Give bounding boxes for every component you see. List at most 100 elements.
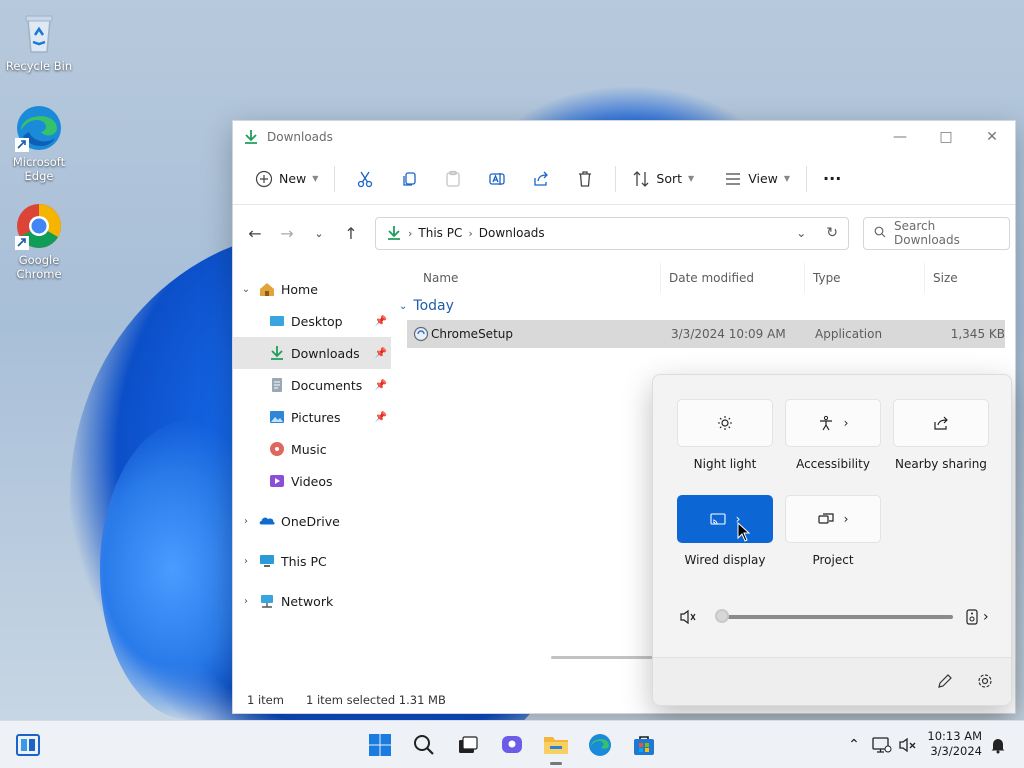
address-bar[interactable]: › This PC › Downloads ⌄ ↻ (375, 216, 849, 250)
view-icon (726, 172, 741, 185)
search-icon (874, 226, 886, 241)
chevron-right-icon[interactable]: › (233, 556, 259, 567)
chevron-right-icon[interactable]: › (233, 596, 259, 607)
sidebar-item-label: This PC (281, 553, 327, 569)
sort-button[interactable]: Sort ▼ (624, 163, 702, 195)
address-row: ← → ⌄ ↑ › This PC › Downloads ⌄ ↻ Search… (233, 205, 1015, 261)
table-row[interactable]: ChromeSetup 3/3/2024 10:09 AM Applicatio… (407, 320, 1005, 348)
widgets-icon (16, 734, 40, 756)
group-label: Today (413, 298, 454, 314)
night-light-toggle[interactable] (677, 399, 773, 447)
nearby-sharing-toggle[interactable] (893, 399, 989, 447)
notifications-button[interactable] (982, 729, 1014, 761)
store-taskbar-button[interactable] (628, 729, 660, 761)
wired-display-button[interactable]: › (677, 495, 773, 543)
widgets-button[interactable] (12, 729, 44, 761)
start-button[interactable] (364, 729, 396, 761)
notification-bell-icon (991, 739, 1005, 754)
task-view-icon (459, 736, 478, 753)
back-button[interactable]: ← (239, 217, 271, 249)
download-icon (243, 129, 259, 145)
accessibility-button[interactable]: › (785, 399, 881, 447)
chevron-right-icon[interactable]: › (233, 516, 259, 527)
desktop-icon-edge[interactable]: Microsoft Edge (3, 104, 75, 183)
sidebar-item-home[interactable]: ⌄ Home (233, 273, 391, 305)
rename-button[interactable] (481, 163, 513, 195)
column-header-size[interactable]: Size (925, 263, 1003, 293)
more-options-button[interactable]: ··· (815, 163, 849, 195)
forward-button[interactable]: → (271, 217, 303, 249)
column-header-name[interactable]: Name (391, 263, 661, 293)
volume-muted-icon[interactable] (679, 609, 697, 628)
column-header-type[interactable]: Type (805, 263, 925, 293)
search-icon (414, 735, 434, 755)
recent-locations-button[interactable]: ⌄ (303, 217, 335, 249)
title-bar[interactable]: Downloads — □ ✕ (233, 121, 1015, 153)
sidebar-item-desktop[interactable]: Desktop 📌 (233, 305, 391, 337)
chevron-down-icon[interactable]: ⌄ (233, 284, 259, 295)
desktop-icon-chrome[interactable]: Google Chrome (3, 202, 75, 281)
chat-icon (502, 736, 522, 753)
chevron-right-icon: › (408, 226, 413, 240)
pictures-icon (269, 409, 285, 425)
chevron-right-icon: › (468, 226, 473, 240)
new-button[interactable]: New ▼ (247, 163, 326, 195)
desktop-icon-recycle-bin[interactable]: Recycle Bin (3, 8, 75, 73)
view-button[interactable]: View ▼ (716, 163, 798, 195)
task-view-button[interactable] (452, 729, 484, 761)
sidebar-item-pictures[interactable]: Pictures 📌 (233, 401, 391, 433)
group-header-today[interactable]: ⌄ Today (391, 293, 1015, 319)
up-button[interactable]: ↑ (335, 217, 367, 249)
share-button[interactable] (525, 163, 557, 195)
column-header-date[interactable]: Date modified (661, 263, 805, 293)
clock[interactable]: 10:13 AM 3/3/2024 (927, 729, 982, 759)
windows-logo-icon (369, 734, 391, 756)
edge-taskbar-button[interactable] (584, 729, 616, 761)
sidebar-item-videos[interactable]: Videos (233, 465, 391, 497)
maximize-button[interactable]: □ (923, 122, 969, 152)
sidebar-item-label: Home (281, 281, 318, 297)
close-button[interactable]: ✕ (969, 122, 1015, 152)
tile-label: Night light (693, 457, 757, 471)
file-explorer-taskbar-button[interactable] (540, 729, 572, 765)
sidebar-item-this-pc[interactable]: › This PC (233, 545, 391, 577)
pin-icon: 📌 (374, 347, 387, 359)
project-icon (817, 513, 834, 524)
delete-button[interactable] (569, 163, 601, 195)
toolbar-divider (806, 165, 808, 192)
chevron-down-icon[interactable]: ⌄ (796, 226, 806, 240)
search-button[interactable] (408, 729, 440, 761)
copy-icon (403, 171, 417, 186)
audio-output-icon[interactable] (965, 609, 979, 628)
paste-button[interactable] (437, 163, 469, 195)
chat-button[interactable] (496, 729, 528, 761)
edit-pencil-icon[interactable] (937, 673, 953, 692)
view-label: View (748, 171, 778, 186)
minimize-button[interactable]: — (877, 122, 923, 152)
sidebar-item-documents[interactable]: Documents 📌 (233, 369, 391, 401)
search-box[interactable]: Search Downloads (863, 216, 1010, 250)
sidebar-item-onedrive[interactable]: › OneDrive (233, 505, 391, 537)
tile-label: Project (812, 553, 854, 567)
sort-icon (633, 170, 649, 187)
breadcrumb-this-pc[interactable]: This PC (418, 226, 462, 240)
mouse-cursor (737, 521, 751, 545)
volume-slider-thumb[interactable] (715, 609, 729, 623)
cut-button[interactable] (349, 163, 381, 195)
sidebar-item-downloads[interactable]: Downloads 📌 (233, 337, 391, 369)
refresh-icon[interactable]: ↻ (826, 225, 838, 241)
copy-button[interactable] (393, 163, 425, 195)
volume-slider-track[interactable] (717, 615, 953, 619)
volume-tray-button[interactable] (892, 729, 924, 761)
settings-gear-icon[interactable] (977, 673, 993, 692)
desktop-icon-label: Google Chrome (16, 253, 62, 281)
chevron-down-icon: ▼ (688, 174, 695, 183)
project-button[interactable]: › (785, 495, 881, 543)
breadcrumb-downloads[interactable]: Downloads (479, 226, 545, 240)
column-headers: Name Date modified Type Size (391, 263, 1015, 293)
chevron-right-icon[interactable]: › (983, 609, 989, 625)
sidebar-item-music[interactable]: Music (233, 433, 391, 465)
search-placeholder: Search Downloads (894, 219, 960, 247)
trash-icon (579, 170, 592, 187)
sidebar-item-network[interactable]: › Network (233, 585, 391, 617)
